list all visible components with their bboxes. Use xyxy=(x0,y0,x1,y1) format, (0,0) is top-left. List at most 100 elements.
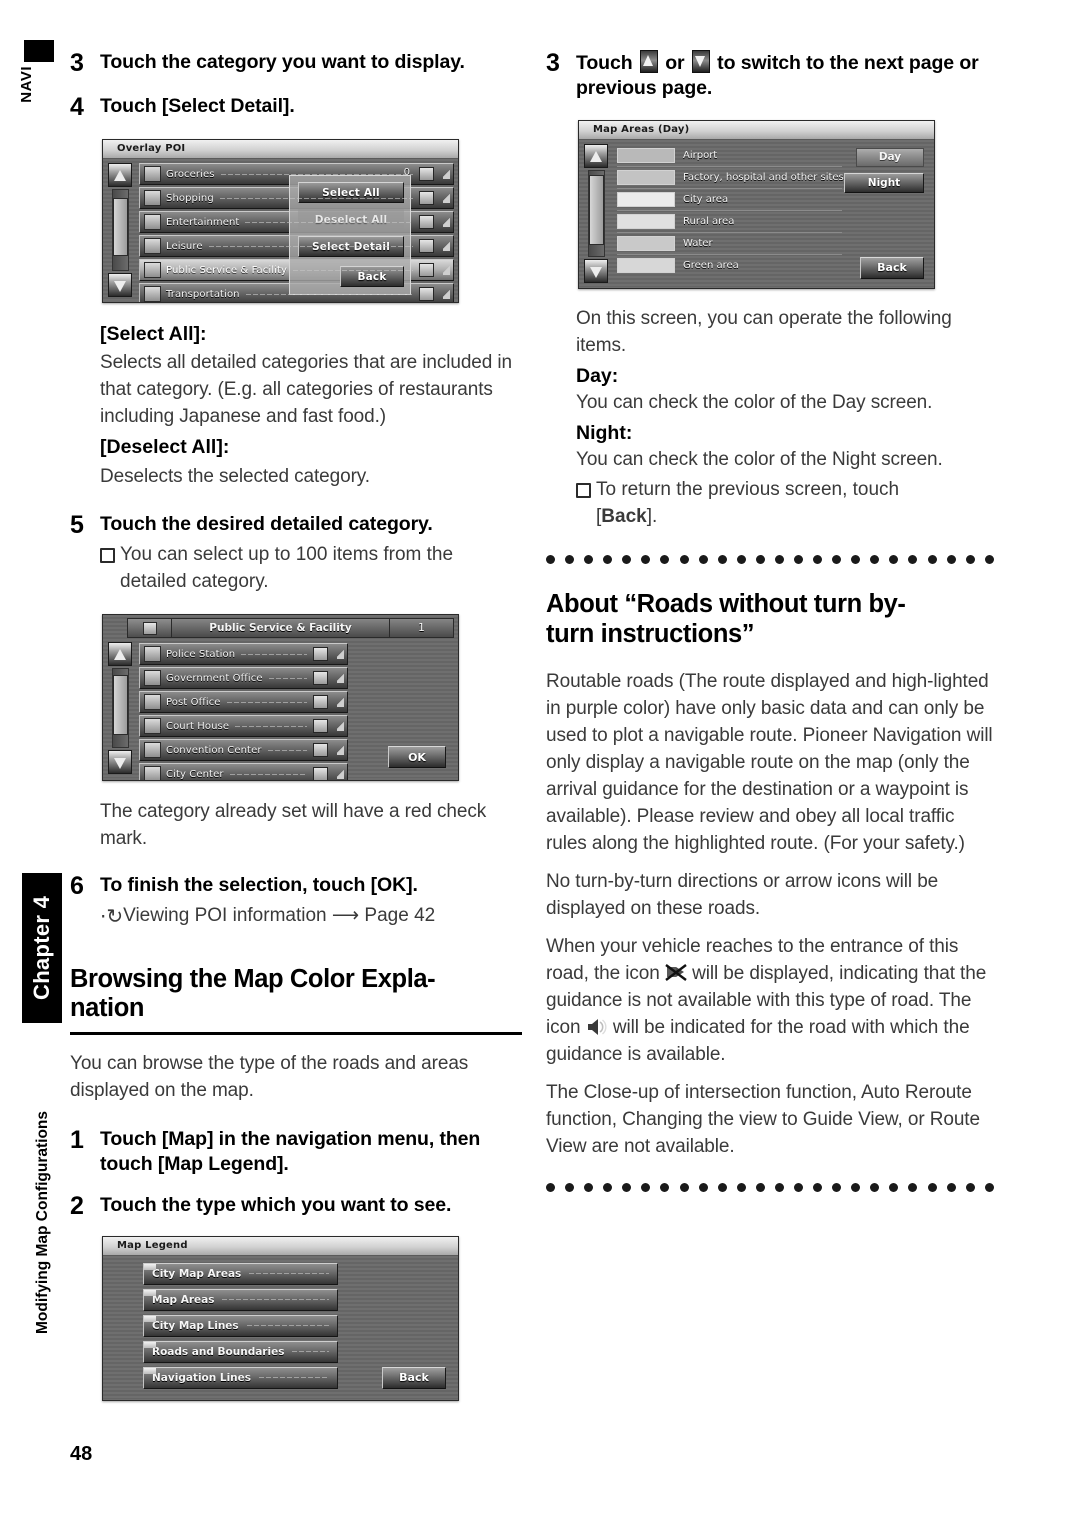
step-3: 3 Touch the category you want to display… xyxy=(70,50,522,77)
checkbox-icon[interactable] xyxy=(313,671,328,686)
right-para-4: The Close-up of intersection function, A… xyxy=(546,1081,980,1157)
scroll-down-button[interactable] xyxy=(108,273,132,297)
category-icon xyxy=(144,286,161,302)
menu-item-label: Roads and Boundaries xyxy=(152,1345,285,1358)
ok-button[interactable]: OK xyxy=(388,746,446,769)
page-title: Browsing the Map Color Expla- nation xyxy=(70,964,436,1023)
deselect-all-button[interactable]: Deselect All xyxy=(298,209,404,230)
list-item[interactable]: Court House xyxy=(139,715,348,738)
list-item-label: Court House xyxy=(166,720,230,732)
map-area-row[interactable]: Factory, hospital and other sites xyxy=(617,167,844,189)
checkbox-icon[interactable] xyxy=(313,719,328,734)
chapter-badge: Chapter 4 xyxy=(22,873,62,1023)
map-area-row[interactable]: Green area xyxy=(617,255,842,277)
step-3-right-text-before: Touch xyxy=(576,52,633,74)
menu-item-navigation-lines[interactable]: Navigation Lines xyxy=(143,1366,338,1389)
list-item[interactable]: Convention Center xyxy=(139,739,348,762)
back-button[interactable]: Back xyxy=(382,1366,446,1389)
list-item-label: Groceries xyxy=(166,168,215,180)
checkbox-icon[interactable] xyxy=(419,263,434,277)
row-dashes xyxy=(259,1377,329,1379)
psf-header: Public Service & Facility 1 xyxy=(127,618,454,639)
checkbox-icon[interactable] xyxy=(313,743,328,758)
scroll-thumb[interactable] xyxy=(589,174,604,245)
scrollbar[interactable] xyxy=(584,143,608,283)
map-legend-title: Map Legend xyxy=(103,1236,458,1256)
speaker-guidance-icon xyxy=(586,1017,608,1037)
scroll-track[interactable] xyxy=(588,169,605,257)
map-area-row[interactable]: Rural area xyxy=(617,211,842,233)
select-all-button[interactable]: Select All xyxy=(298,182,404,203)
right-para-3-c: will be indicated for the road with whic… xyxy=(546,1016,970,1065)
scroll-up-button[interactable] xyxy=(108,163,132,187)
scrollbar[interactable] xyxy=(108,163,132,297)
map-area-row[interactable]: Airport xyxy=(617,145,842,167)
row-dashes xyxy=(292,1351,329,1353)
color-swatch xyxy=(617,147,675,163)
navi-tab-marker xyxy=(24,40,54,62)
section-intro: You can browse the type of the roads and… xyxy=(70,1052,469,1101)
list-item-label: City Center xyxy=(166,768,224,780)
scroll-track[interactable] xyxy=(112,189,129,271)
night-button[interactable]: Night xyxy=(844,172,924,193)
list-item[interactable]: Police Station xyxy=(139,643,348,666)
scroll-thumb[interactable] xyxy=(113,198,128,256)
category-icon xyxy=(144,646,161,663)
note-square-icon xyxy=(100,542,120,568)
step-3-right-text-middle: or xyxy=(665,52,685,74)
checkbox-icon[interactable] xyxy=(313,647,328,662)
row-dashes xyxy=(249,1273,329,1275)
step-5-note: You can select up to 100 items from the … xyxy=(100,542,522,596)
day-button[interactable]: Day xyxy=(856,147,924,167)
checkbox-icon[interactable] xyxy=(419,215,434,229)
scroll-up-button[interactable] xyxy=(584,143,608,168)
psf-header-label: Public Service & Facility xyxy=(172,618,390,639)
color-swatch xyxy=(617,213,675,229)
checkbox-icon[interactable] xyxy=(419,191,434,205)
menu-item-city-map-areas[interactable]: City Map Areas xyxy=(143,1262,338,1285)
night-body: You can check the color of the Night scr… xyxy=(576,449,943,471)
select-detail-button[interactable]: Select Detail xyxy=(298,236,404,257)
map-area-row[interactable]: City area xyxy=(617,189,842,211)
list-item[interactable]: Government Office xyxy=(139,667,348,690)
back-button[interactable]: Back xyxy=(860,256,924,279)
menu-item-label: City Map Lines xyxy=(152,1319,239,1332)
color-swatch xyxy=(617,235,675,251)
category-icon xyxy=(144,742,161,759)
scrollbar[interactable] xyxy=(108,642,132,775)
menu-item-roads-and-boundaries[interactable]: Roads and Boundaries xyxy=(143,1340,338,1363)
map-area-row[interactable]: Water xyxy=(617,233,842,255)
row-dashes xyxy=(220,173,413,175)
step-5: 5 Touch the desired detailed category. xyxy=(70,512,522,539)
chevron-right-icon xyxy=(443,265,450,275)
checkbox-icon[interactable] xyxy=(313,695,328,710)
checkbox-icon[interactable] xyxy=(419,239,434,253)
row-dashes xyxy=(226,701,307,703)
row-dashes xyxy=(245,293,413,295)
list-item[interactable]: City Center xyxy=(139,763,348,781)
color-swatch xyxy=(617,191,675,207)
map-area-label: Factory, hospital and other sites xyxy=(683,171,844,183)
scroll-track[interactable] xyxy=(112,668,129,749)
scroll-up-button[interactable] xyxy=(108,642,132,667)
scroll-down-arrow-icon xyxy=(691,50,710,73)
category-icon xyxy=(144,166,161,182)
list-item[interactable]: Post Office xyxy=(139,691,348,714)
chapter-subtitle: Modifying Map Configurations xyxy=(34,1110,51,1334)
navi-tab-label: NAVI xyxy=(18,66,35,103)
scroll-thumb[interactable] xyxy=(113,675,128,736)
scroll-down-button[interactable] xyxy=(584,258,608,283)
menu-item-city-map-lines[interactable]: City Map Lines xyxy=(143,1314,338,1337)
section-heading-right: About “Roads without turn by- turn instr… xyxy=(546,590,906,648)
row-dashes xyxy=(246,1325,329,1327)
checkbox-icon[interactable] xyxy=(419,167,434,181)
step-1-text: Touch [Map] in the navigation menu, then… xyxy=(100,1127,481,1176)
category-icon xyxy=(144,190,161,206)
step-3-number: 3 xyxy=(70,49,84,77)
category-icon xyxy=(144,718,161,735)
checkbox-icon[interactable] xyxy=(419,287,434,301)
menu-item-label: Map Areas xyxy=(152,1293,215,1306)
scroll-down-button[interactable] xyxy=(108,750,132,775)
menu-item-map-areas[interactable]: Map Areas xyxy=(143,1288,338,1311)
checkbox-icon[interactable] xyxy=(313,767,328,781)
